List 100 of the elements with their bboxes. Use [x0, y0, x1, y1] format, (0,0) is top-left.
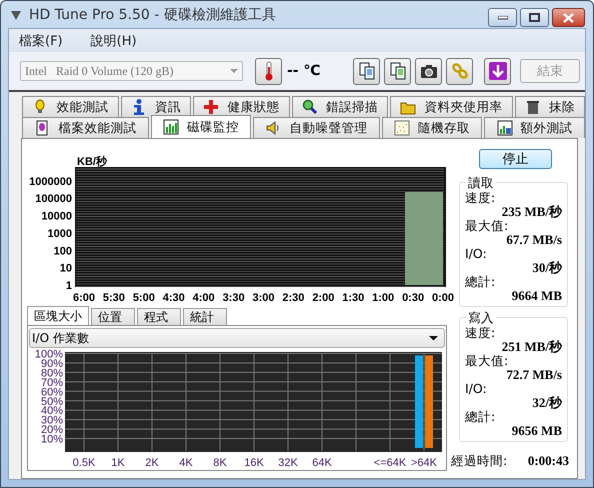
group-title: 寫入 — [466, 310, 496, 327]
bar-chart-icon — [162, 119, 179, 135]
axis-tick-label: 100 — [54, 245, 72, 258]
axis-tick-label: 32K — [278, 457, 298, 469]
tab[interactable]: 錯誤掃描 — [292, 96, 388, 117]
axis-tick-label: 1:30 — [342, 292, 364, 303]
field-value: 9656 MB — [510, 424, 562, 438]
field-value: 32/秒 — [531, 396, 562, 410]
copy-icon — [356, 61, 376, 81]
axis-tick-label: 8K — [213, 457, 227, 469]
tab[interactable]: 區塊大小 — [27, 306, 89, 325]
field-value: 251 MB/秒 — [500, 340, 562, 354]
stop-button[interactable]: 停止 — [479, 149, 552, 169]
axis-tick-label: 70% — [40, 376, 63, 389]
maximize-icon — [529, 13, 540, 22]
tab[interactable]: 隨機存取 — [382, 117, 482, 138]
copy-button[interactable] — [384, 58, 411, 84]
axis-tick-label: 3:30 — [222, 292, 245, 303]
axis-tick-label: >64K — [411, 457, 437, 469]
axis-tick-label: 80% — [40, 367, 63, 380]
elapsed-value: 0:00:43 — [528, 453, 569, 469]
axis-tick-label: 5:30 — [102, 292, 125, 303]
axis-tick-label: 5:00 — [132, 292, 155, 303]
field-label: 總計: — [465, 410, 496, 424]
close-button[interactable] — [552, 8, 585, 27]
copy-button[interactable] — [353, 58, 380, 84]
download-button[interactable] — [484, 58, 511, 84]
chain-button[interactable] — [446, 58, 473, 84]
tab[interactable]: 自動噪聲管理 — [253, 117, 380, 138]
axis-tick-label: 64K — [312, 457, 332, 469]
field-value: 30/秒 — [531, 261, 562, 275]
tab[interactable]: 額外測試 — [484, 117, 585, 138]
axis-tick-label: 6:00 — [72, 292, 96, 303]
field-label: 最大值: — [465, 219, 510, 233]
speaker-icon — [265, 120, 282, 136]
menu-item[interactable]: 說明(H) — [90, 32, 137, 50]
axis-tick-label: 2:30 — [282, 292, 304, 303]
tab[interactable]: 抹除 — [514, 96, 585, 117]
tab[interactable]: 統計 — [183, 308, 227, 325]
axis-tick-label: 10000 — [41, 210, 72, 223]
tab[interactable]: 資訊 — [120, 96, 191, 117]
axis-tick-label: 0:00 — [432, 292, 454, 303]
window-title: HD Tune Pro 5.50 - 硬碟檢測維護工具 — [29, 6, 277, 24]
field-label: 速度: — [465, 191, 496, 205]
axis-tick-label: 2K — [145, 457, 159, 469]
magnifier-icon — [302, 99, 318, 115]
temperature-reading: -- ℃ — [287, 63, 320, 79]
menu-item[interactable]: 檔案(F) — [19, 32, 63, 50]
axis-tick-label: 10% — [40, 434, 63, 446]
tab[interactable]: 效能測試 — [22, 96, 118, 117]
chain-icon — [450, 61, 470, 81]
axis-tick-label: 0.5K — [72, 457, 96, 469]
axis-tick-label: 3:00 — [252, 292, 275, 303]
axis-tick-label: 4K — [179, 457, 193, 469]
tab[interactable]: 程式 — [137, 308, 181, 325]
tab[interactable]: 檔案效能測試 — [22, 117, 149, 138]
field-value: 72.7 MB/s — [505, 368, 562, 382]
field-value: 67.7 MB/s — [505, 233, 562, 247]
axis-tick-label: 90% — [40, 358, 63, 370]
download-icon — [488, 61, 508, 81]
minimize-icon — [498, 16, 508, 20]
axis-tick-label: 4:00 — [192, 292, 215, 303]
group-title: 讀取 — [466, 175, 496, 192]
elapsed-label: 經過時間: — [451, 453, 508, 470]
field-label: 最大值: — [465, 354, 510, 368]
minimize-button[interactable] — [488, 8, 517, 27]
copy-icon — [388, 61, 408, 81]
tab[interactable]: 健康狀態 — [193, 96, 290, 117]
tab[interactable]: 磁碟監控 — [150, 115, 252, 138]
maximize-button[interactable] — [520, 8, 549, 27]
field-value: 9664 MB — [510, 289, 562, 303]
close-icon — [563, 12, 574, 22]
field-value: 235 MB/秒 — [500, 205, 562, 219]
axis-tick-label: 1000 — [48, 228, 72, 240]
document-icon — [34, 120, 50, 136]
axis-tick-label: 1K — [111, 457, 125, 469]
metric-dropdown[interactable]: I/O 作業數 — [29, 328, 445, 348]
cross-icon — [203, 99, 220, 115]
field-label: 速度: — [465, 326, 496, 340]
field-label: I/O: — [465, 247, 488, 261]
camera-button[interactable] — [415, 58, 442, 84]
axis-tick-label: 1 — [66, 280, 72, 292]
axis-tick-label: 1000000 — [29, 176, 72, 188]
axis-title: KB/秒 — [77, 156, 107, 168]
axis-tick-label: 1:00 — [372, 292, 394, 303]
axis-tick-label: 0:30 — [402, 292, 424, 303]
axis-tick-label: 16K — [244, 457, 264, 469]
chart-icon — [496, 120, 513, 136]
tab[interactable]: 資料夾使用率 — [390, 96, 512, 117]
tab[interactable]: 位置 — [91, 308, 135, 325]
axis-tick-label: 100000 — [35, 193, 72, 206]
field-label: 總計: — [465, 275, 496, 289]
field-label: I/O: — [465, 382, 488, 396]
axis-tick-label: 4:30 — [162, 292, 185, 303]
thermometer-button[interactable] — [255, 58, 282, 84]
axis-tick-label: 10 — [60, 262, 72, 275]
axis-tick-label: 2:00 — [312, 292, 334, 303]
axis-tick-label: <=64K — [374, 457, 406, 469]
trash-icon — [524, 99, 541, 115]
thermometer-icon — [264, 61, 274, 81]
